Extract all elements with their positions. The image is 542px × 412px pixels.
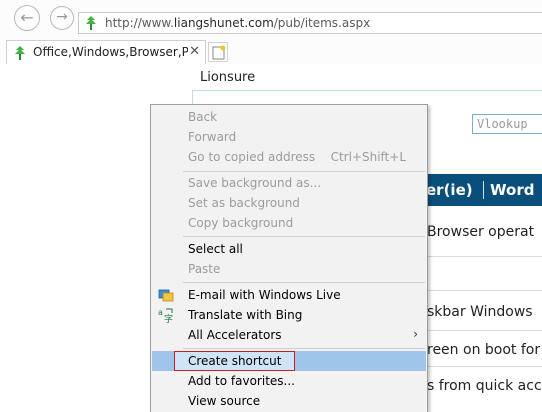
url-text: http://www.liangshunet.com/pub/items.asp… (105, 16, 371, 30)
nav-divider (483, 181, 484, 199)
menu-item-label: View source (188, 394, 261, 408)
arrow-left-icon: ← (20, 8, 34, 27)
forward-button[interactable]: → (50, 6, 74, 30)
svg-text:a: a (158, 308, 163, 317)
tab-active[interactable]: Office,Windows,Browser,Pr... ✕ (6, 40, 206, 64)
menu-separator (183, 348, 425, 349)
content-link[interactable]: Browser operat (427, 224, 534, 240)
menu-item-go-to-copied-address[interactable]: Go to copied address Ctrl+Shift+L (152, 147, 426, 167)
svg-text:字: 字 (164, 313, 173, 323)
menu-item-back[interactable]: Back (152, 107, 426, 127)
menu-item-label: All Accelerators (188, 328, 282, 342)
site-favicon-icon (15, 46, 25, 60)
menu-item-add-to-favorites[interactable]: Add to favorites... (152, 371, 426, 391)
content-link[interactable]: reen on boot for (427, 342, 540, 358)
site-favicon-icon (86, 16, 96, 30)
menu-item-paste[interactable]: Paste (152, 259, 426, 279)
menu-separator (183, 236, 425, 237)
menu-item-shortcut: Ctrl+Shift+L (330, 150, 406, 164)
menu-item-save-background[interactable]: Save background as... (152, 173, 426, 193)
address-bar[interactable]: http://www.liangshunet.com/pub/items.asp… (78, 12, 542, 34)
tab-bar: Office,Windows,Browser,Pr... ✕ (0, 38, 542, 64)
menu-item-label: Translate with Bing (188, 308, 303, 322)
menu-item-label: E-mail with Windows Live (188, 288, 341, 302)
menu-item-label: Add to favorites... (188, 374, 295, 388)
menu-separator (183, 282, 425, 283)
menu-item-label: Go to copied address (188, 150, 316, 164)
menu-item-translate-bing[interactable]: a 字 Translate with Bing (152, 305, 426, 325)
url-path: /pub/items.aspx (273, 16, 371, 30)
brand-link[interactable]: Lionsure (200, 70, 255, 85)
menu-separator (183, 171, 425, 172)
nav-item-ie[interactable]: er(ie) (426, 181, 473, 199)
site-nav-bar: er(ie) Word (420, 174, 542, 206)
menu-item-label: Save background as... (188, 176, 322, 190)
menu-item-label: Paste (188, 262, 221, 276)
menu-item-label: Set as background (188, 196, 300, 210)
nav-item-word[interactable]: Word (490, 181, 534, 199)
content-link[interactable]: s from quick acce (427, 378, 542, 394)
menu-item-label: Back (188, 110, 218, 124)
close-icon[interactable]: ✕ (189, 44, 200, 59)
menu-item-label: Select all (188, 242, 243, 256)
menu-item-forward[interactable]: Forward (152, 127, 426, 147)
search-input[interactable]: Vlookup (472, 114, 542, 134)
bing-translate-icon: a 字 (158, 308, 173, 323)
arrow-right-icon: → (56, 9, 68, 25)
menu-item-label: Create shortcut (174, 351, 296, 371)
windows-live-icon (158, 289, 174, 302)
menu-item-view-source[interactable]: View source (152, 391, 426, 411)
new-tab-button[interactable] (208, 42, 228, 62)
menu-item-label: Copy background (188, 216, 294, 230)
menu-item-set-as-background[interactable]: Set as background (152, 193, 426, 213)
menu-item-select-all[interactable]: Select all (152, 239, 426, 259)
menu-item-all-accelerators[interactable]: All Accelerators › (152, 325, 426, 345)
chevron-right-icon: › (413, 327, 418, 341)
menu-item-copy-background[interactable]: Copy background (152, 213, 426, 233)
new-tab-icon (212, 45, 226, 60)
content-link[interactable]: skbar Windows (427, 304, 533, 320)
menu-item-create-shortcut[interactable]: Create shortcut (152, 351, 426, 371)
menu-item-label: Forward (188, 130, 237, 144)
context-menu: Back Forward Go to copied address Ctrl+S… (150, 104, 428, 412)
back-button[interactable]: ← (14, 5, 40, 31)
menu-item-email-windows-live[interactable]: E-mail with Windows Live (152, 285, 426, 305)
tab-title: Office,Windows,Browser,Pr... (33, 45, 188, 59)
url-host: liangshunet.com (173, 16, 274, 30)
